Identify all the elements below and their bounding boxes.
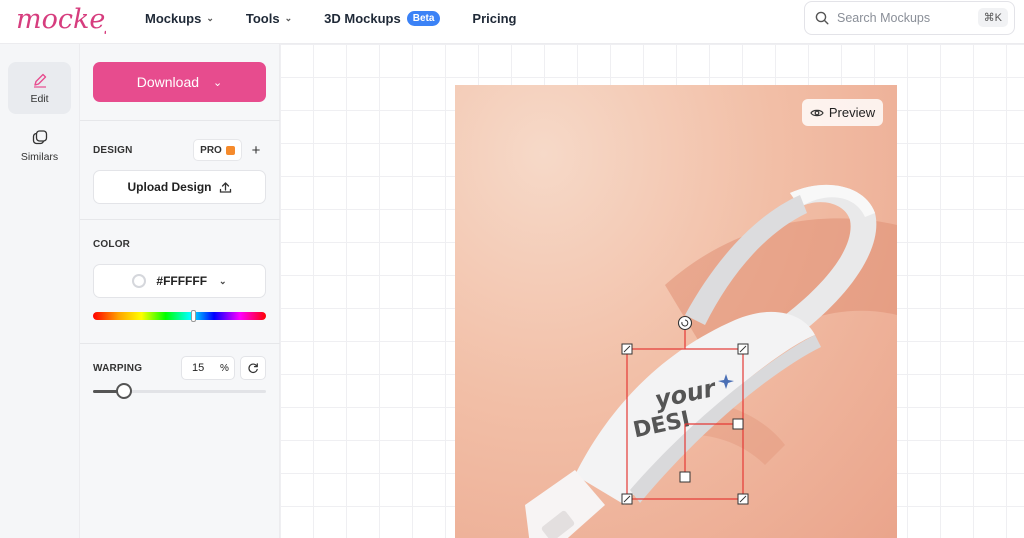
rotate-handle[interactable] xyxy=(677,315,693,331)
rail-item-similars[interactable]: Similars xyxy=(8,120,71,172)
warping-value: 15 xyxy=(192,362,205,374)
add-design-button[interactable]: + xyxy=(248,139,264,161)
pro-crown-icon xyxy=(225,145,235,155)
eye-icon xyxy=(810,109,824,116)
warping-section-label: WARPING xyxy=(93,363,143,374)
chevron-down-icon: ⌄ xyxy=(206,12,214,23)
lanyard-illustration: your DESI xyxy=(525,184,897,538)
chevron-down-icon: ⌄ xyxy=(213,76,223,89)
left-rail: Edit Similars xyxy=(0,44,80,538)
nav-tools[interactable]: Tools ⌄ xyxy=(246,11,292,26)
edit-panel: Download ⌄ DESIGN PRO + Upload Design CO… xyxy=(80,44,280,538)
beta-badge: Beta xyxy=(406,10,441,26)
similars-icon xyxy=(32,130,47,145)
refresh-icon xyxy=(248,363,258,374)
rail-item-edit-label: Edit xyxy=(30,93,49,105)
color-section-label: COLOR xyxy=(93,239,131,250)
download-button[interactable]: Download ⌄ xyxy=(93,62,266,102)
canvas-area[interactable]: your DESI Preview xyxy=(280,44,1024,538)
nav-mockups-label: Mockups xyxy=(145,10,202,26)
nav-pricing[interactable]: Pricing xyxy=(472,11,516,26)
design-section-label: DESIGN xyxy=(93,145,133,156)
rail-item-edit[interactable]: Edit xyxy=(8,62,71,114)
search-box[interactable]: ⌘K xyxy=(804,1,1015,35)
upload-design-button[interactable]: Upload Design xyxy=(93,170,266,204)
pro-badge: PRO xyxy=(193,139,242,161)
divider xyxy=(80,219,280,220)
color-swatch xyxy=(132,274,147,288)
divider xyxy=(80,120,280,121)
warping-slider[interactable] xyxy=(93,383,266,399)
chevron-down-icon: ⌄ xyxy=(284,12,293,23)
warping-unit: % xyxy=(220,362,229,374)
warping-input[interactable]: 15 % xyxy=(181,356,235,380)
nav-pricing-label: Pricing xyxy=(472,10,517,26)
color-picker-select[interactable]: #FFFFFF ⌄ xyxy=(93,264,266,298)
top-navbar: mockey Mockups ⌄ Tools ⌄ 3D Mockups Beta… xyxy=(0,0,1024,44)
mockey-logo[interactable]: mockey xyxy=(14,2,106,40)
svg-text:mockey: mockey xyxy=(16,4,106,35)
preview-label: Preview xyxy=(828,105,876,120)
nav-3d-mockups-label: 3D Mockups xyxy=(324,10,401,26)
color-value: #FFFFFF xyxy=(156,274,208,288)
pro-label: PRO xyxy=(200,144,222,156)
rail-item-similars-label: Similars xyxy=(20,151,59,163)
search-icon xyxy=(815,11,829,25)
mockup-image[interactable]: your DESI Preview xyxy=(455,85,897,538)
upload-icon xyxy=(219,181,231,193)
download-label: Download xyxy=(136,74,200,90)
warping-slider-thumb[interactable] xyxy=(116,383,133,399)
search-shortcut: ⌘K xyxy=(977,8,1008,27)
preview-button[interactable]: Preview xyxy=(802,99,883,126)
reset-warping-button[interactable] xyxy=(240,356,266,380)
search-input[interactable] xyxy=(837,11,975,25)
hue-slider[interactable] xyxy=(93,310,266,322)
pencil-icon xyxy=(33,73,46,88)
nav-tools-label: Tools xyxy=(245,10,280,26)
nav-3d-mockups[interactable]: 3D Mockups Beta xyxy=(324,10,441,26)
nav-mockups[interactable]: Mockups ⌄ xyxy=(145,11,214,26)
divider xyxy=(80,343,280,344)
upload-design-label: Upload Design xyxy=(127,180,212,194)
main-nav: Mockups ⌄ Tools ⌄ 3D Mockups Beta Pricin… xyxy=(145,0,548,36)
hue-slider-thumb[interactable] xyxy=(190,310,196,322)
chevron-down-icon: ⌄ xyxy=(219,275,227,286)
